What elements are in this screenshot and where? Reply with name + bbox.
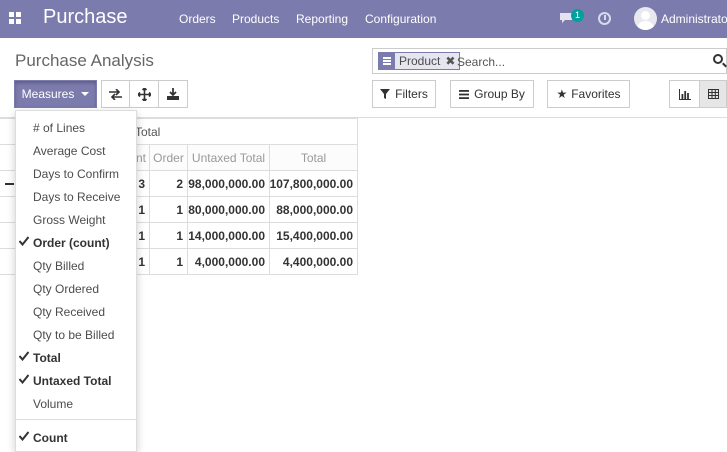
group-by-button[interactable]: Group By [450,80,534,108]
pivot-cell: 1 [149,248,188,275]
measure-option-qty-to-be-billed[interactable]: Qty to be Billed [16,323,136,346]
search-facet-product: Product ✖ [378,52,461,70]
measure-option-lines[interactable]: # of Lines [16,116,136,139]
col-header-total[interactable]: Total [269,144,358,171]
filter-icon [380,89,391,99]
expand-all-button[interactable] [129,80,159,108]
bar-chart-icon [678,88,691,100]
check-icon [19,374,29,384]
activity-clock-icon[interactable] [598,12,611,25]
menu-reporting[interactable]: Reporting [296,12,348,26]
menu-orders[interactable]: Orders [179,12,216,26]
measures-label: Measures [21,87,75,101]
download-button[interactable] [158,80,188,108]
search-input[interactable] [457,53,697,70]
pivot-cell: 1 [149,196,188,223]
measure-option-qty-ordered[interactable]: Qty Ordered [16,277,136,300]
menu-configuration[interactable]: Configuration [365,12,436,26]
check-icon [19,236,29,246]
user-avatar[interactable] [634,7,657,30]
measure-option-volume[interactable]: Volume [16,392,136,415]
user-name[interactable]: Administrator [661,12,727,26]
measure-option-qty-received[interactable]: Qty Received [16,300,136,323]
measure-option-days-to-confirm[interactable]: Days to Confirm [16,162,136,185]
top-navbar: Purchase Orders Products Reporting Confi… [0,0,727,38]
dropdown-divider [16,419,136,420]
search-icon[interactable] [713,54,723,64]
measure-option-untaxed-total[interactable]: Untaxed Total [16,369,136,392]
graph-view-button[interactable] [669,80,700,108]
app-title: Purchase [43,6,128,28]
flip-axis-icon [109,88,122,100]
check-icon [19,431,29,441]
filters-label: Filters [395,87,428,101]
pivot-cell: 107,800,000.00 [269,170,358,197]
pivot-cell: 15,400,000.00 [269,222,358,249]
search-bar[interactable]: Product ✖ [372,48,727,74]
pivot-view-button[interactable] [699,80,727,108]
group-by-list-icon [379,52,395,70]
group-by-label: Group By [474,87,525,101]
page-title: Purchase Analysis [15,51,154,70]
expand-arrows-icon [137,87,151,101]
pivot-cell: 4,400,000.00 [269,248,358,275]
pivot-cell: 1 [149,222,188,249]
measures-button[interactable]: Measures [14,80,97,108]
favorites-button[interactable]: ★ Favorites [547,80,630,108]
measure-option-gross-weight[interactable]: Gross Weight [16,208,136,231]
measure-option-average-cost[interactable]: Average Cost [16,139,136,162]
chat-badge: 1 [571,9,584,22]
measure-option-qty-billed[interactable]: Qty Billed [16,254,136,277]
col-header-order[interactable]: Order [149,144,188,171]
pivot-header-total[interactable]: Total [117,118,358,145]
pivot-cell: 2 [149,170,188,197]
download-icon [167,88,179,100]
measure-option-total[interactable]: Total [16,346,136,369]
measure-option-count[interactable]: Count [16,426,136,449]
pivot-cell: 80,000,000.00 [187,196,270,223]
check-icon [19,351,29,361]
table-grid-icon [707,89,719,99]
facet-label: Product [399,54,441,68]
pivot-cell: 14,000,000.00 [187,222,270,249]
menu-products[interactable]: Products [232,12,279,26]
caret-down-icon [81,92,90,96]
facet-remove-icon[interactable]: ✖ [445,54,455,68]
pivot-cell: 4,000,000.00 [187,248,270,275]
measure-option-days-to-receive[interactable]: Days to Receive [16,185,136,208]
group-by-icon [459,89,470,99]
star-icon: ★ [556,87,568,101]
measure-option-order-count[interactable]: Order (count) [16,231,136,254]
measures-dropdown: # of Lines Average Cost Days to Confirm … [15,110,137,452]
apps-menu-icon[interactable] [9,12,21,24]
collapse-minus-icon [5,183,14,185]
col-header-untaxed-total[interactable]: Untaxed Total [187,144,270,171]
favorites-label: Favorites [571,87,621,101]
filters-button[interactable]: Filters [372,80,436,108]
pivot-cell: 88,000,000.00 [269,196,358,223]
pivot-cell: 98,000,000.00 [187,170,270,197]
flip-axis-button[interactable] [101,80,130,108]
